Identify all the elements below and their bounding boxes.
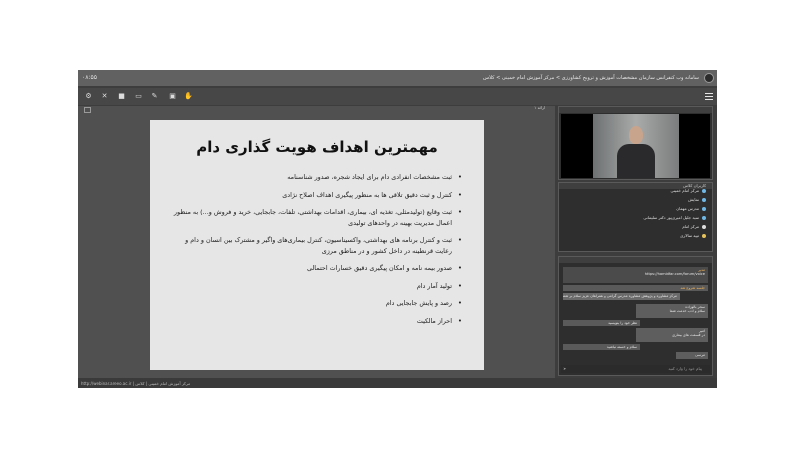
pen-icon[interactable]: ✎: [150, 92, 159, 101]
user-icon: [702, 207, 706, 211]
session-timer: ۰۸:۵۵: [82, 74, 97, 81]
slide-bullet: ثبت وقایع (تولیدمثلی، تغذیه ای، بیماری، …: [172, 207, 462, 228]
presentation-label: ارائه ۱: [534, 105, 545, 110]
video-panel: [558, 106, 713, 180]
title-bar: ۰۸:۵۵ سامانه وب کنفرانس سازمان مشخصات آم…: [78, 70, 717, 86]
user-icon: [702, 234, 706, 238]
slide-bullet: ثبت مشخصات انفرادی دام برای ایجاد شجره، …: [172, 172, 462, 183]
slide-bullet: احراز مالکیت: [172, 316, 462, 327]
user-icon: [702, 189, 706, 193]
slide-bullet: رصد و پایش جابجایی دام: [172, 298, 462, 309]
slide-title: مهمترین اهداف هویت گذاری دام: [196, 138, 438, 156]
chat-message: مرسی: [676, 352, 708, 359]
send-icon[interactable]: ➤: [563, 366, 566, 371]
app-window: ۰۸:۵۵ سامانه وب کنفرانس سازمان مشخصات آم…: [78, 70, 717, 388]
slide: مهمترین اهداف هویت گذاری دام ثبت مشخصات …: [150, 120, 484, 370]
document-icon[interactable]: ▣: [168, 92, 177, 101]
chat-panel: مدیر https://hamidfar.com/forum/voice جل…: [558, 256, 713, 376]
mic-off-icon[interactable]: ✕: [100, 92, 109, 101]
slide-bullet: ثبت و کنترل برنامه های بهداشتی، واکسیناس…: [172, 235, 462, 256]
webcam-video: [561, 114, 710, 178]
settings-icon[interactable]: ⚙: [84, 92, 93, 101]
minimize-icon[interactable]: [84, 107, 91, 113]
chat-message: جلسه شروع شد: [563, 285, 708, 291]
camera-icon[interactable]: ■: [117, 92, 126, 101]
right-column: کاربران کلاس مرکز امام خمینی نمایش مدرس …: [558, 106, 717, 378]
video-panel-header: [559, 107, 712, 113]
slide-bullet: کنترل و ثبت دقیق تلاقی ها به منظور پیگیر…: [172, 190, 462, 201]
user-item[interactable]: تیپه سالاری: [565, 233, 706, 242]
chat-message: نظر خود را بنویسید: [563, 320, 640, 326]
screen-icon[interactable]: ▭: [134, 92, 143, 101]
user-icon: [702, 225, 706, 229]
slide-bullet: تولید آمار دام: [172, 281, 462, 292]
chat-messages: مدیر https://hamidfar.com/forum/voice جل…: [561, 266, 710, 365]
window-title: سامانه وب کنفرانس سازمان مشخصات آموزش و …: [483, 75, 699, 81]
user-list: مرکز امام خمینی نمایش مدرس مهمان سید جلی…: [565, 188, 706, 242]
presentation-area: ارائه ۱ مهمترین اهداف هویت گذاری دام ثبت…: [78, 105, 555, 378]
user-item[interactable]: مرکز امام خمینی: [565, 188, 706, 197]
chat-message: امیر در قسمت های بیماری: [636, 328, 708, 342]
slide-bullet: صدور بیمه نامه و امکان پیگیری دقیق خسارا…: [172, 263, 462, 274]
app-logo: [704, 73, 714, 83]
user-item[interactable]: نمایش: [565, 197, 706, 206]
user-item[interactable]: مرکز امام: [565, 224, 706, 233]
chat-message: مرکز مشاوره و پژوهش مشاوره مدرس گرامی و …: [563, 293, 680, 300]
status-text: http://webinar.areeo.ac.ir | مرکز آموزش …: [81, 381, 191, 386]
user-icon: [702, 198, 706, 202]
chat-panel-header: [559, 257, 712, 263]
presenter-video: [593, 114, 679, 178]
hand-icon[interactable]: ✋: [184, 92, 193, 101]
user-item[interactable]: سید جلیل امیری‌پور دکتر سلیمانی: [565, 215, 706, 224]
user-icon: [702, 216, 706, 220]
users-panel: کاربران کلاس مرکز امام خمینی نمایش مدرس …: [558, 182, 713, 252]
toolbar: ⚙ ✕ ■ ▭ ✎ ▣ ✋: [78, 88, 717, 105]
chat-input[interactable]: ➤ پیام خود را وارد کنید: [561, 365, 710, 373]
chat-message: سحر بالوزاده سلام و ادب خدمت شما: [636, 304, 708, 318]
user-item[interactable]: مدرس مهمان: [565, 206, 706, 215]
slide-bullets: ثبت مشخصات انفرادی دام برای ایجاد شجره، …: [172, 172, 462, 333]
chat-message: مدیر https://hamidfar.com/forum/voice: [563, 267, 708, 283]
menu-icon[interactable]: [705, 93, 713, 100]
status-bar: http://webinar.areeo.ac.ir | مرکز آموزش …: [78, 378, 717, 388]
chat-message: سلام و خسته نباشید: [563, 344, 640, 350]
